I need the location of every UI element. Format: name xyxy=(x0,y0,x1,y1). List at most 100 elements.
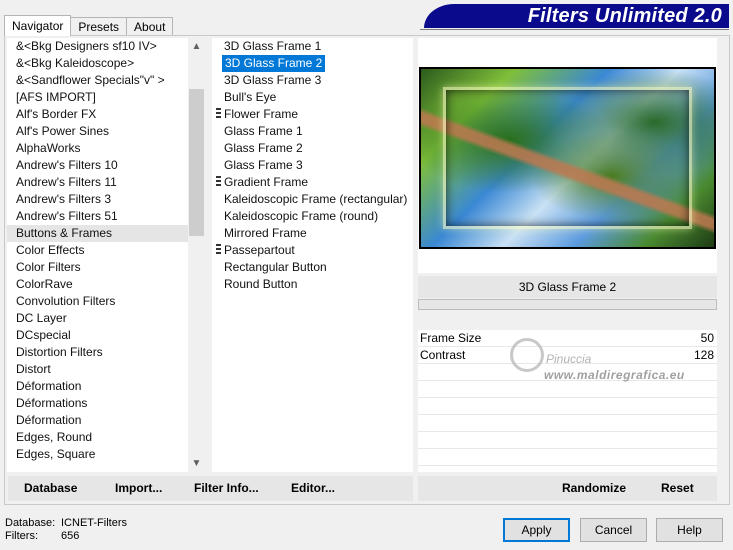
filter-item[interactable]: 3D Glass Frame 3 xyxy=(212,72,413,89)
import-button[interactable]: Import... xyxy=(115,476,162,501)
filter-item[interactable]: Kaleidoscopic Frame (round) xyxy=(212,208,413,225)
category-item[interactable]: [AFS IMPORT] xyxy=(7,89,205,106)
left-button-bar: Database Import... Filter Info... Editor… xyxy=(8,476,413,501)
filter-item-label: Glass Frame 2 xyxy=(224,141,303,155)
category-item[interactable]: Edges, Round xyxy=(7,429,205,446)
empty-param-row xyxy=(418,415,717,432)
tab-presets[interactable]: Presets xyxy=(70,17,128,36)
empty-param-row xyxy=(418,381,717,398)
filter-item[interactable]: Glass Frame 2 xyxy=(212,140,413,157)
empty-param-row xyxy=(418,398,717,415)
filter-item-label: Bull's Eye xyxy=(224,90,277,104)
randomize-button[interactable]: Randomize xyxy=(562,476,626,501)
category-item[interactable]: AlphaWorks xyxy=(7,140,205,157)
category-item[interactable]: Distort xyxy=(7,361,205,378)
category-item[interactable]: Andrew's Filters 10 xyxy=(7,157,205,174)
category-item[interactable]: Andrew's Filters 11 xyxy=(7,174,205,191)
banner-underline xyxy=(420,29,729,30)
filter-item-label: Kaleidoscopic Frame (rectangular) xyxy=(224,192,408,206)
filter-item-label: Glass Frame 3 xyxy=(224,158,303,172)
filter-item[interactable]: Rectangular Button xyxy=(212,259,413,276)
param-row[interactable]: Contrast 128 xyxy=(418,347,717,364)
progress-bar xyxy=(418,299,717,310)
filter-item[interactable]: Bull's Eye xyxy=(212,89,413,106)
status-area: Database: ICNET-Filters Filters: 656 xyxy=(5,517,127,543)
category-item[interactable]: &<Sandflower Specials"v" > xyxy=(7,72,205,89)
preview-glass-frame xyxy=(443,87,692,229)
tab-strip: Navigator Presets About xyxy=(4,15,174,36)
empty-param-row xyxy=(418,364,717,381)
category-item[interactable]: DC Layer xyxy=(7,310,205,327)
title-banner: Filters Unlimited 2.0 xyxy=(424,4,729,28)
filter-item-label: Kaleidoscopic Frame (round) xyxy=(224,209,379,223)
filter-item[interactable]: Round Button xyxy=(212,276,413,293)
filter-item-label: Round Button xyxy=(224,277,298,291)
filter-item-label: 3D Glass Frame 1 xyxy=(224,39,322,53)
category-item[interactable]: Convolution Filters xyxy=(7,293,205,310)
param-label: Frame Size xyxy=(420,331,482,345)
category-item[interactable]: &<Bkg Designers sf10 IV> xyxy=(7,38,205,55)
category-item[interactable]: Andrew's Filters 3 xyxy=(7,191,205,208)
grip-icon xyxy=(216,244,221,256)
param-row[interactable]: Frame Size 50 xyxy=(418,330,717,347)
category-item[interactable]: Déformation xyxy=(7,378,205,395)
filter-item[interactable]: Gradient Frame xyxy=(212,174,413,191)
category-item[interactable]: Edges, Square xyxy=(7,446,205,463)
filter-item[interactable]: Flower Frame xyxy=(212,106,413,123)
filter-item[interactable]: Glass Frame 3 xyxy=(212,157,413,174)
filter-item[interactable]: Passepartout xyxy=(212,242,413,259)
filter-item-label: Passepartout xyxy=(224,243,295,257)
filters-status-value: 656 xyxy=(61,530,80,542)
grip-icon xyxy=(216,176,221,188)
parameter-list: Frame Size 50 Contrast 128 xyxy=(418,330,717,472)
scroll-thumb[interactable] xyxy=(189,89,204,236)
filter-item[interactable]: 3D Glass Frame 1 xyxy=(212,38,413,55)
scroll-down-icon[interactable]: ▼ xyxy=(188,455,205,472)
category-item[interactable]: Color Filters xyxy=(7,259,205,276)
filter-name-label: 3D Glass Frame 2 xyxy=(418,276,717,298)
apply-button[interactable]: Apply xyxy=(503,518,570,542)
filter-item-label: 3D Glass Frame 3 xyxy=(224,73,322,87)
category-item[interactable]: &<Bkg Kaleidoscope> xyxy=(7,55,205,72)
category-list[interactable]: &<Bkg Designers sf10 IV> &<Bkg Kaleidosco… xyxy=(7,38,205,472)
cancel-button[interactable]: Cancel xyxy=(580,518,647,542)
filter-info-button[interactable]: Filter Info... xyxy=(194,476,259,501)
database-button[interactable]: Database xyxy=(24,476,77,501)
category-item[interactable]: Andrew's Filters 51 xyxy=(7,208,205,225)
param-value[interactable]: 128 xyxy=(694,347,714,363)
category-item[interactable]: DCspecial xyxy=(7,327,205,344)
category-item[interactable]: ColorRave xyxy=(7,276,205,293)
param-label: Contrast xyxy=(420,348,466,362)
filters-status-label: Filters: xyxy=(5,530,38,542)
database-status-label: Database: xyxy=(5,517,56,529)
empty-param-row xyxy=(418,449,717,466)
category-item[interactable]: Distortion Filters xyxy=(7,344,205,361)
tab-navigator[interactable]: Navigator xyxy=(4,15,72,36)
category-item[interactable]: Déformations xyxy=(7,395,205,412)
filter-item[interactable]: Kaleidoscopic Frame (rectangular) xyxy=(212,191,413,208)
filter-item[interactable]: Mirrored Frame xyxy=(212,225,413,242)
category-item[interactable]: Color Effects xyxy=(7,242,205,259)
category-scrollbar[interactable]: ▲ ▼ xyxy=(188,38,205,472)
filter-list[interactable]: 3D Glass Frame 1 3D Glass Frame 2 3D Glass… xyxy=(212,38,413,472)
category-item[interactable]: Alf's Power Sines xyxy=(7,123,205,140)
scroll-up-icon[interactable]: ▲ xyxy=(188,38,205,55)
right-button-bar: Randomize Reset xyxy=(418,476,717,501)
filter-item-label: Flower Frame xyxy=(224,107,299,121)
editor-button[interactable]: Editor... xyxy=(291,476,335,501)
param-value[interactable]: 50 xyxy=(701,330,714,346)
help-button[interactable]: Help xyxy=(656,518,723,542)
filter-item-label: Gradient Frame xyxy=(224,175,309,189)
database-status-value: ICNET-Filters xyxy=(61,517,127,529)
tab-about[interactable]: About xyxy=(126,17,174,36)
category-item[interactable]: Déformation xyxy=(7,412,205,429)
empty-param-row xyxy=(418,432,717,449)
category-item[interactable]: Buttons & Frames xyxy=(7,225,205,242)
category-item[interactable]: Alf's Border FX xyxy=(7,106,205,123)
filter-item[interactable]: 3D Glass Frame 2 xyxy=(212,55,413,72)
grip-icon xyxy=(216,108,221,120)
filter-item[interactable]: Glass Frame 1 xyxy=(212,123,413,140)
app-title: Filters Unlimited 2.0 xyxy=(527,5,722,27)
filter-item-label: Glass Frame 1 xyxy=(224,124,303,138)
reset-button[interactable]: Reset xyxy=(661,476,694,501)
